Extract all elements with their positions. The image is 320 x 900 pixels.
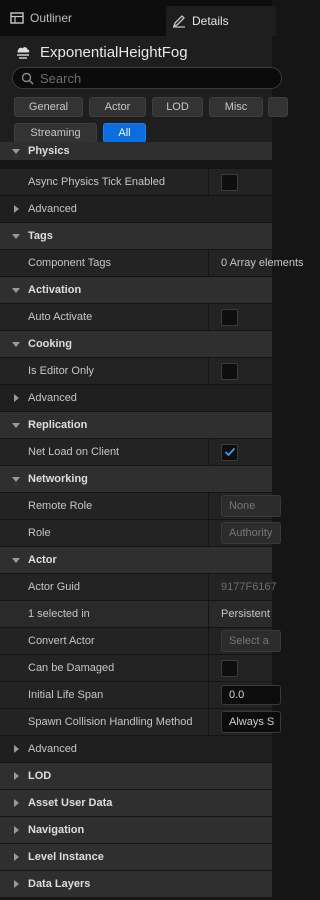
async-physics-checkbox[interactable]: [221, 173, 238, 191]
category-lod[interactable]: LOD: [0, 763, 272, 789]
prop-can-be-damaged: Can be Damaged: [0, 655, 272, 681]
actor-guid-value: 9177F6167: [221, 581, 277, 593]
filter-general[interactable]: General: [14, 97, 83, 117]
collapsed-arrow-icon: [11, 798, 21, 808]
convert-actor-dropdown[interactable]: Select a: [221, 630, 281, 652]
prop-convert-actor: Convert Actor Select a: [0, 628, 281, 654]
prop-net-load-on-client: Net Load on Client: [0, 439, 272, 465]
expanded-arrow-icon: [11, 285, 21, 295]
prop-spawn-collision: Spawn Collision Handling Method Always S: [0, 709, 281, 735]
filter-misc[interactable]: Misc: [209, 97, 263, 117]
initial-life-span-input[interactable]: 0.0: [221, 685, 281, 705]
search-box[interactable]: [12, 67, 282, 89]
prop-initial-life-span: Initial Life Span 0.0: [0, 682, 281, 708]
collapsed-arrow-icon: [11, 744, 21, 754]
prop-selected-in: 1 selected in Persistent: [0, 601, 272, 627]
role-dropdown[interactable]: Authority: [221, 522, 281, 544]
actor-name: ExponentialHeightFog: [40, 43, 188, 61]
advanced-cooking[interactable]: Advanced: [0, 385, 272, 411]
prop-remote-role: Remote Role None: [0, 493, 281, 519]
collapsed-arrow-icon: [11, 879, 21, 889]
prop-component-tags: Component Tags 0 Array elements: [0, 250, 304, 276]
panel-tab-strip: Outliner Details: [0, 0, 276, 36]
category-cooking[interactable]: Cooking: [0, 331, 272, 357]
collapsed-arrow-icon: [11, 852, 21, 862]
category-tags[interactable]: Tags: [0, 223, 272, 249]
advanced-physics[interactable]: Advanced: [0, 196, 272, 222]
auto-activate-checkbox[interactable]: [221, 308, 238, 326]
filter-all[interactable]: All: [103, 123, 146, 143]
filter-lod[interactable]: LOD: [152, 97, 203, 117]
expanded-arrow-icon: [11, 146, 21, 156]
category-physics[interactable]: Physics: [0, 142, 272, 160]
category-navigation[interactable]: Navigation: [0, 817, 272, 843]
actor-title: ExponentialHeightFog: [14, 40, 188, 64]
tab-details-label: Details: [192, 14, 229, 28]
prop-actor-guid: Actor Guid 9177F6167: [0, 574, 277, 600]
expanded-arrow-icon: [11, 420, 21, 430]
prop-role: Role Authority: [0, 520, 281, 546]
filter-actor[interactable]: Actor: [89, 97, 146, 117]
net-load-checkbox[interactable]: [221, 443, 238, 461]
checkmark-icon: [224, 447, 235, 457]
advanced-actor[interactable]: Advanced: [0, 736, 272, 762]
filter-streaming[interactable]: Streaming: [14, 123, 97, 143]
category-activation[interactable]: Activation: [0, 277, 272, 303]
search-icon: [21, 72, 34, 85]
collapsed-arrow-icon: [11, 771, 21, 781]
expanded-arrow-icon: [11, 474, 21, 484]
is-editor-only-checkbox[interactable]: [221, 362, 238, 380]
category-asset-user-data[interactable]: Asset User Data: [0, 790, 272, 816]
category-networking[interactable]: Networking: [0, 466, 272, 492]
expanded-arrow-icon: [11, 339, 21, 349]
fog-actor-icon: [14, 44, 32, 60]
prop-async-physics: Async Physics Tick Enabled: [0, 169, 272, 195]
component-tags-value: 0 Array elements: [221, 257, 304, 269]
filter-overflow[interactable]: [268, 97, 288, 117]
category-data-layers[interactable]: Data Layers: [0, 871, 272, 897]
expanded-arrow-icon: [11, 555, 21, 565]
tab-outliner[interactable]: Outliner: [10, 6, 72, 30]
collapsed-arrow-icon: [11, 825, 21, 835]
selected-in-value: Persistent: [221, 608, 270, 620]
outliner-icon: [10, 11, 24, 25]
expanded-arrow-icon: [11, 231, 21, 241]
category-level-instance[interactable]: Level Instance: [0, 844, 272, 870]
prop-auto-activate: Auto Activate: [0, 304, 272, 330]
tab-details[interactable]: Details: [166, 6, 276, 36]
spawn-collision-dropdown[interactable]: Always S: [221, 711, 281, 733]
can-be-damaged-checkbox[interactable]: [221, 659, 238, 677]
collapsed-arrow-icon: [11, 393, 21, 403]
category-replication[interactable]: Replication: [0, 412, 272, 438]
details-header: ExponentialHeightFog General Actor LOD M…: [0, 36, 288, 150]
details-pencil-icon: [172, 14, 186, 28]
tab-outliner-label: Outliner: [30, 11, 73, 25]
search-input[interactable]: [40, 70, 260, 86]
prop-is-editor-only: Is Editor Only: [0, 358, 272, 384]
category-actor[interactable]: Actor: [0, 547, 272, 573]
collapsed-arrow-icon: [11, 204, 21, 214]
remote-role-dropdown[interactable]: None: [221, 495, 281, 517]
